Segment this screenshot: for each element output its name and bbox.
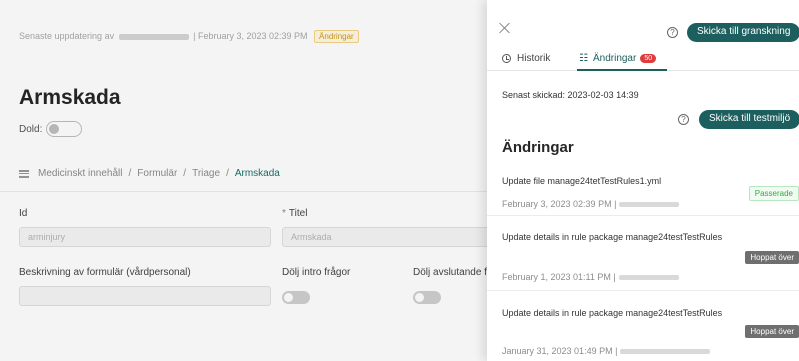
redacted-user [619, 202, 680, 208]
main-content: Senaste uppdatering av | February 3, 202… [0, 0, 487, 361]
tab-andringar-label: Ändringar [592, 53, 637, 64]
change-item[interactable]: Update details in rule package manage24t… [487, 216, 799, 291]
dolj-intro-label: Dölj intro frågor [282, 267, 351, 278]
beskrivning-field[interactable] [19, 286, 271, 306]
changes-section-title: Ändringar [502, 139, 574, 156]
active-tab-indicator [577, 69, 667, 71]
help-icon[interactable]: ? [678, 114, 689, 125]
status-badge: Hoppat över [745, 251, 799, 264]
status-badge: Hoppat över [745, 325, 799, 338]
tab-historik-label: Historik [517, 53, 551, 64]
change-title: Update details in rule package manage24t… [502, 308, 723, 318]
change-item[interactable]: Update details in rule package manage24t… [487, 291, 799, 361]
required-marker: * [282, 208, 286, 219]
redacted-user [618, 275, 679, 281]
breadcrumb-item-medicinskt[interactable]: Medicinskt innehåll [38, 168, 123, 179]
meta-prefix: Senaste uppdatering av [19, 31, 115, 41]
dold-toggle[interactable] [46, 121, 83, 137]
change-title: Update file manage24tetTestRules1.yml [502, 176, 662, 186]
dolj-intro-toggle[interactable] [282, 291, 310, 304]
last-update-line: Senaste uppdatering av | February 3, 202… [19, 30, 359, 43]
tab-historik[interactable]: Historik [502, 53, 550, 64]
send-review-button[interactable]: Skicka till granskning [687, 23, 799, 42]
titel-field[interactable]: Armskada [282, 227, 487, 247]
drawer-tabs: Historik ☷ Ändringar 50 [487, 44, 799, 71]
changes-count-badge: 50 [640, 54, 657, 63]
help-icon[interactable]: ? [667, 27, 678, 38]
breadcrumb-separator: / [226, 168, 229, 179]
change-date: February 1, 2023 01:11 PM | [502, 272, 679, 282]
dold-row: Dold: [19, 121, 83, 137]
send-test-button[interactable]: Skicka till testmiljö [699, 110, 799, 129]
id-label: Id [19, 208, 28, 219]
breadcrumb-separator: / [183, 168, 187, 179]
modal-backdrop[interactable] [0, 0, 487, 361]
dold-label: Dold: [19, 123, 43, 135]
changes-tag: Ändringar [314, 30, 359, 43]
breadcrumb-separator: / [128, 168, 132, 179]
list-icon [19, 169, 29, 178]
change-title: Update details in rule package manage24t… [502, 232, 723, 242]
redacted-user [118, 33, 189, 40]
change-date: February 3, 2023 02:39 PM | [502, 199, 680, 209]
changes-drawer: ? Skicka till granskning Historik ☷ Ändr… [487, 0, 799, 361]
breadcrumb-item-triage[interactable]: Triage [192, 168, 220, 179]
titel-label: Titel [288, 208, 308, 219]
change-date-text: January 31, 2023 01:49 PM | [502, 346, 618, 356]
section-divider [0, 191, 487, 192]
dolj-avslutande-label: Dölj avslutande f [413, 267, 487, 278]
breadcrumb: Medicinskt innehåll / Formulär / Triage … [19, 168, 280, 179]
meta-date: | February 3, 2023 02:39 PM [193, 31, 308, 41]
change-date-text: February 3, 2023 02:39 PM | [502, 199, 617, 209]
status-badge: Passerade [748, 186, 799, 201]
hierarchy-icon: ☷ [579, 53, 588, 64]
redacted-user [620, 349, 711, 355]
beskrivning-label: Beskrivning av formulär (vårdpersonal) [19, 267, 191, 278]
id-field[interactable]: arminjury [19, 227, 271, 247]
clock-icon [502, 54, 511, 63]
change-item[interactable]: Update file manage24tetTestRules1.yml Fe… [487, 164, 799, 216]
breadcrumb-item-current: Armskada [234, 168, 280, 179]
change-date-text: February 1, 2023 01:11 PM | [502, 272, 616, 282]
change-date: January 31, 2023 01:49 PM | [502, 346, 711, 356]
titel-label-wrap: * Titel [282, 208, 307, 219]
dolj-avslutande-toggle[interactable] [413, 291, 441, 304]
last-sent-text: Senast skickad: 2023-02-03 14:39 [502, 90, 639, 100]
breadcrumb-item-formular[interactable]: Formulär [137, 168, 177, 179]
close-icon[interactable] [499, 22, 511, 34]
tab-andringar[interactable]: ☷ Ändringar 50 [579, 53, 657, 64]
page-title: Armskada [19, 86, 121, 109]
